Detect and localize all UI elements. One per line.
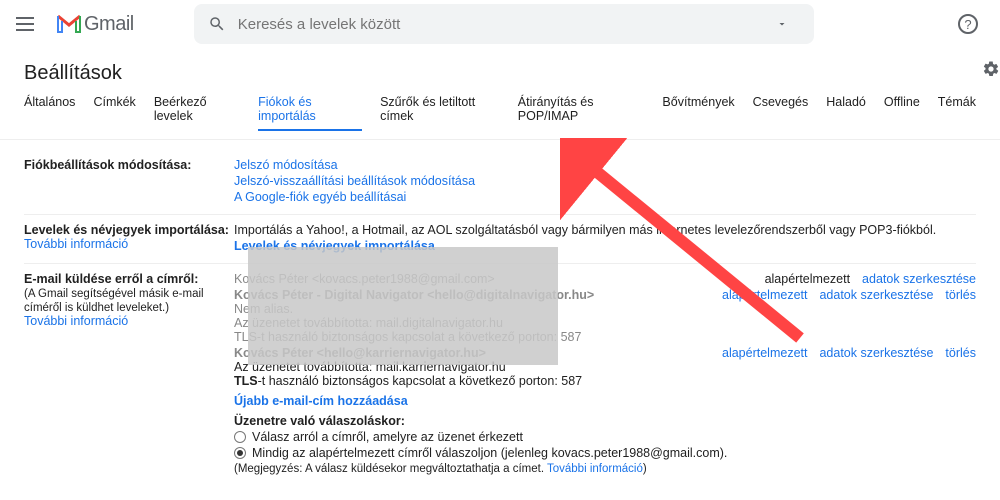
reply-default-radio[interactable]: Mindig az alapértelmezett címről válaszo… — [234, 446, 976, 460]
reply-title: Üzenetre való válaszoláskor: — [234, 414, 405, 428]
make-default-link[interactable]: alapértelmezett — [722, 346, 807, 360]
import-desc: Importálás a Yahoo!, a Hotmail, az AOL s… — [234, 223, 976, 237]
sendas-sub: (A Gmail segítségével másik e-mail címér… — [24, 288, 204, 314]
delete-link[interactable]: törlés — [945, 288, 976, 302]
tab--tir-ny-t-s-s-pop-imap[interactable]: Átirányítás és POP/IMAP — [518, 95, 645, 131]
delete-link[interactable]: törlés — [945, 346, 976, 360]
sendas-title: E-mail küldése erről a címről: — [24, 272, 198, 286]
default-label: alapértelmezett — [765, 272, 850, 286]
gmail-logo[interactable]: Gmail — [56, 13, 134, 36]
help-icon[interactable]: ? — [958, 14, 978, 34]
redaction-overlay — [248, 247, 558, 365]
page-title: Beállítások — [0, 48, 1000, 95]
tab-halad-[interactable]: Haladó — [826, 95, 866, 131]
make-default-link[interactable]: alapértelmezett — [722, 288, 807, 302]
change-password-link[interactable]: Jelszó módosítása — [234, 158, 338, 172]
add-address-link[interactable]: Újabb e-mail-cím hozzáadása — [234, 394, 408, 408]
settings-tabs: Általános Címkék Beérkező levelek Fiókok és… — [0, 95, 1000, 140]
search-icon — [208, 15, 226, 33]
import-more-link[interactable]: További információ — [24, 237, 128, 251]
tab-cseveg-s[interactable]: Csevegés — [753, 95, 809, 131]
reply-note: (Megjegyzés: A válasz küldésekor megvált… — [234, 463, 976, 475]
tab-sz-r-k-s-letiltott-c-mek[interactable]: Szűrők és letiltott címek — [380, 95, 500, 131]
tab--ltal-nos[interactable]: Általános — [24, 95, 75, 131]
google-account-link[interactable]: A Google-fiók egyéb beállításai — [234, 190, 406, 204]
hamburger-icon[interactable] — [16, 12, 40, 36]
logo-text: Gmail — [84, 13, 134, 36]
chevron-down-icon[interactable] — [776, 18, 788, 30]
search-input[interactable] — [238, 16, 776, 33]
tab-t-m-k[interactable]: Témák — [938, 95, 976, 131]
acct-title: Fiókbeállítások módosítása: — [24, 158, 191, 172]
tab-be-rkez-levelek[interactable]: Beérkező levelek — [154, 95, 240, 131]
edit-link[interactable]: adatok szerkesztése — [819, 288, 933, 302]
edit-link[interactable]: adatok szerkesztése — [819, 346, 933, 360]
import-title: Levelek és névjegyek importálása: — [24, 223, 229, 237]
edit-link[interactable]: adatok szerkesztése — [862, 272, 976, 286]
recovery-link[interactable]: Jelszó-visszaállítási beállítások módosí… — [234, 174, 475, 188]
sendas-more-link[interactable]: További információ — [24, 314, 128, 328]
tab-offline[interactable]: Offline — [884, 95, 920, 131]
gear-icon[interactable] — [982, 60, 1000, 78]
search-bar[interactable] — [194, 4, 814, 44]
reply-note-link[interactable]: További információ — [547, 463, 643, 475]
tab-c-mk-k[interactable]: Címkék — [93, 95, 135, 131]
reply-same-radio[interactable]: Válasz arról a címről, amelyre az üzenet… — [234, 430, 976, 444]
tab-fi-kok-s-import-l-s[interactable]: Fiókok és importálás — [258, 95, 362, 131]
tab-b-v-tm-nyek[interactable]: Bővítmények — [662, 95, 734, 131]
